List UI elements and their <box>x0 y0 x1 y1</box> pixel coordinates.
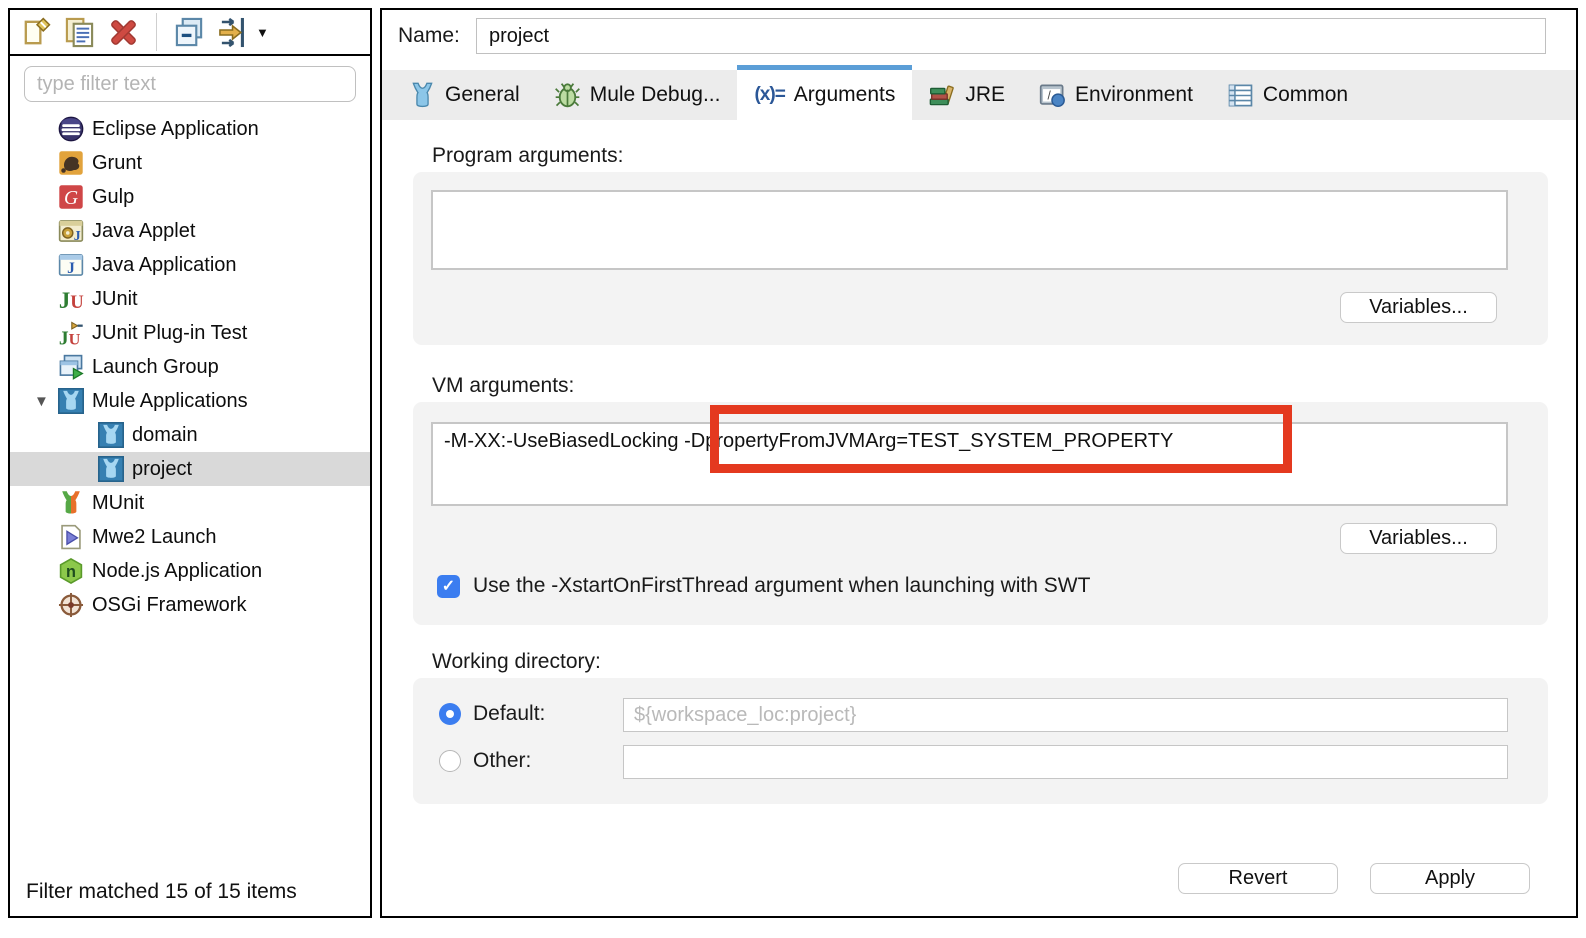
launch-group-icon <box>58 354 84 380</box>
environment-icon <box>1039 82 1066 109</box>
tree-item-junit[interactable]: JUnit <box>10 282 370 316</box>
grunt-icon <box>58 150 84 176</box>
program-variables-button[interactable]: Variables... <box>1340 292 1497 323</box>
expander-caret-icon[interactable]: ▼ <box>34 393 58 410</box>
working-directory-group: Default: Other: <box>413 678 1548 804</box>
tree-item-eclipse-application[interactable]: Eclipse Application <box>10 112 370 146</box>
junit-icon <box>58 286 84 312</box>
tree-item-mule-applications[interactable]: ▼ Mule Applications <box>10 384 370 418</box>
default-directory-input[interactable] <box>623 698 1508 732</box>
swt-thread-checkbox[interactable]: ✓ <box>437 575 460 598</box>
tree-item-java-application[interactable]: Java Application <box>10 248 370 282</box>
program-arguments-group: Variables... <box>413 172 1548 345</box>
new-config-icon[interactable] <box>20 17 51 48</box>
other-radio-label: Other: <box>473 749 531 773</box>
config-tree: Eclipse Application Grunt Gulp Java Appl… <box>10 112 370 622</box>
bug-icon <box>554 82 581 109</box>
tree-item-osgi-framework[interactable]: OSGi Framework <box>10 588 370 622</box>
tree-item-domain[interactable]: domain <box>10 418 370 452</box>
munit-icon <box>58 490 84 516</box>
dropdown-caret-icon[interactable]: ▼ <box>256 25 269 40</box>
vm-arguments-textarea[interactable]: -M-XX:-UseBiasedLocking -DpropertyFromJV… <box>431 422 1508 506</box>
revert-button[interactable]: Revert <box>1178 863 1338 894</box>
duplicate-config-icon[interactable] <box>64 17 95 48</box>
other-radio[interactable] <box>439 750 461 772</box>
program-arguments-textarea[interactable] <box>431 190 1508 270</box>
table-icon <box>1227 82 1254 109</box>
launch-configurations-dialog: ▼ Eclipse Application Grunt Gulp <box>0 0 1586 938</box>
junit-plugin-test-icon <box>58 320 84 346</box>
vm-arguments-group: -M-XX:-UseBiasedLocking -DpropertyFromJV… <box>413 402 1548 625</box>
config-detail-panel: Name: General Mule Debug... (x)= Argumen… <box>380 8 1578 918</box>
working-directory-label: Working directory: <box>432 650 601 674</box>
filter-input[interactable] <box>24 66 356 102</box>
mule-head-icon <box>409 82 436 109</box>
apply-button[interactable]: Apply <box>1370 863 1530 894</box>
mule-icon <box>98 456 124 482</box>
swt-thread-checkbox-label: Use the -XstartOnFirstThread argument wh… <box>473 574 1090 598</box>
config-tabs: General Mule Debug... (x)= Arguments JRE… <box>382 70 1576 120</box>
tree-item-project[interactable]: project <box>10 452 370 486</box>
mule-icon <box>98 422 124 448</box>
tab-jre[interactable]: JRE <box>912 70 1022 120</box>
default-radio-label: Default: <box>473 702 545 726</box>
tab-common[interactable]: Common <box>1210 70 1365 120</box>
tree-item-munit[interactable]: MUnit <box>10 486 370 520</box>
configurations-sidebar: ▼ Eclipse Application Grunt Gulp <box>8 8 372 918</box>
tree-item-mwe2-launch[interactable]: Mwe2 Launch <box>10 520 370 554</box>
tree-item-java-applet[interactable]: Java Applet <box>10 214 370 248</box>
filter-status-text: Filter matched 15 of 15 items <box>26 880 297 904</box>
delete-config-icon[interactable] <box>108 17 139 48</box>
arguments-icon: (x)= <box>754 84 784 106</box>
gulp-icon <box>58 184 84 210</box>
nodejs-icon <box>58 558 84 584</box>
osgi-icon <box>58 592 84 618</box>
sidebar-toolbar: ▼ <box>10 10 370 56</box>
tree-item-launch-group[interactable]: Launch Group <box>10 350 370 384</box>
program-arguments-label: Program arguments: <box>432 144 623 168</box>
tab-general[interactable]: General <box>392 70 537 120</box>
filter-launch-icon[interactable] <box>218 17 249 48</box>
other-directory-input[interactable] <box>623 745 1508 779</box>
eclipse-icon <box>58 116 84 142</box>
mwe2-icon <box>58 524 84 550</box>
name-input[interactable] <box>476 18 1546 54</box>
default-radio[interactable] <box>439 703 461 725</box>
tree-item-gulp[interactable]: Gulp <box>10 180 370 214</box>
toolbar-separator <box>156 13 157 51</box>
books-icon <box>929 82 956 109</box>
tab-mule-debug[interactable]: Mule Debug... <box>537 70 738 120</box>
tree-item-junit-plugin-test[interactable]: JUnit Plug-in Test <box>10 316 370 350</box>
tree-item-nodejs-application[interactable]: Node.js Application <box>10 554 370 588</box>
tree-item-grunt[interactable]: Grunt <box>10 146 370 180</box>
tab-arguments[interactable]: (x)= Arguments <box>737 65 912 120</box>
vm-arguments-label: VM arguments: <box>432 374 574 398</box>
name-label: Name: <box>398 24 460 48</box>
java-application-icon <box>58 252 84 278</box>
mule-icon <box>58 388 84 414</box>
tab-environment[interactable]: Environment <box>1022 70 1210 120</box>
collapse-all-icon[interactable] <box>174 17 205 48</box>
java-applet-icon <box>58 218 84 244</box>
vm-variables-button[interactable]: Variables... <box>1340 523 1497 554</box>
